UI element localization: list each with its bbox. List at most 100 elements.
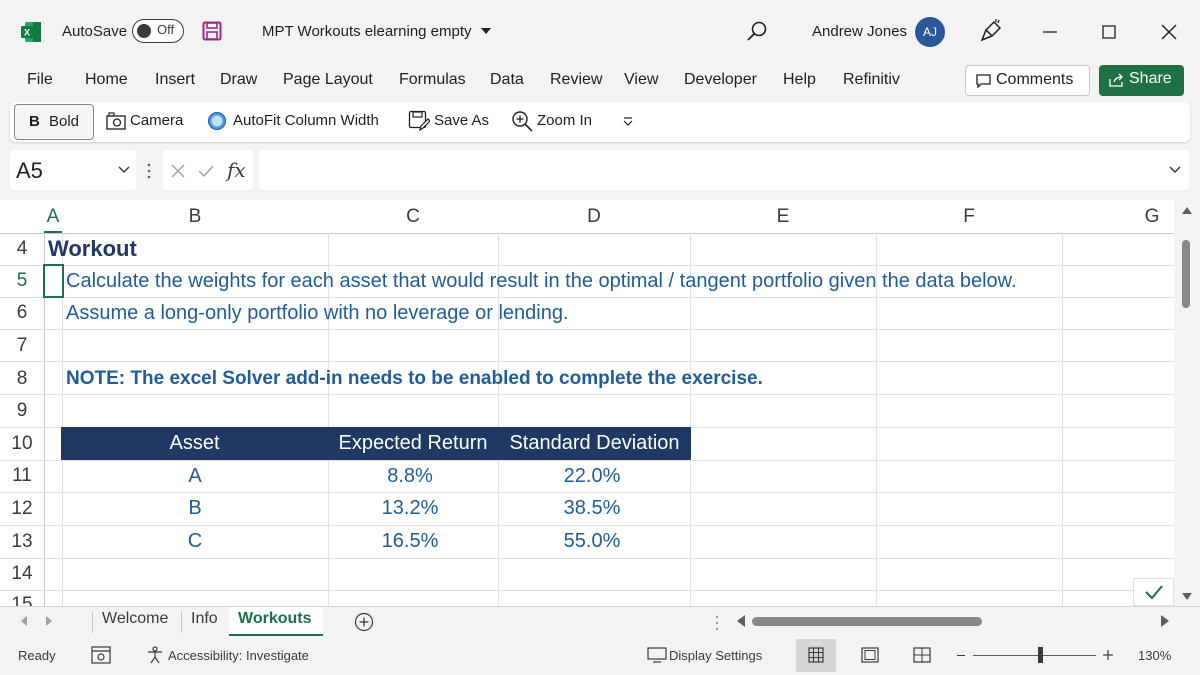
tab-draw[interactable]: Draw — [220, 71, 257, 89]
column-header-b[interactable]: B — [62, 206, 328, 232]
tab-developer[interactable]: Developer — [684, 71, 757, 89]
scroll-left-icon[interactable] — [736, 615, 746, 627]
autofit-column-width-button[interactable]: AutoFit Column Width — [233, 112, 379, 129]
worksheet-grid[interactable]: A B C D E F G 4 5 6 7 8 9 10 11 12 13 14… — [0, 200, 1200, 606]
zoom-out-icon[interactable] — [957, 655, 965, 656]
row-header-15[interactable]: 15 — [0, 594, 44, 606]
cancel-icon[interactable] — [170, 163, 186, 179]
save-as-button[interactable]: Save As — [434, 112, 489, 129]
display-settings-button[interactable]: Display Settings — [669, 648, 762, 663]
tab-view[interactable]: View — [624, 71, 658, 89]
sheet-tabs-bar: Welcome Info Workouts — [0, 606, 1200, 636]
bold-label: Bold — [49, 113, 80, 130]
row-header-8[interactable]: 8 — [0, 368, 44, 390]
zoom-in-icon[interactable] — [511, 110, 533, 132]
camera-button[interactable]: Camera — [130, 112, 183, 129]
tab-refinitiv[interactable]: Refinitiv — [843, 71, 900, 89]
save-icon[interactable] — [202, 21, 222, 41]
save-as-icon[interactable] — [408, 110, 430, 132]
page-break-preview-icon[interactable] — [913, 647, 931, 663]
vertical-scrollbar[interactable] — [1174, 200, 1200, 606]
row-header-7[interactable]: 7 — [0, 335, 44, 357]
minimize-icon[interactable] — [1036, 18, 1064, 46]
row-header-10[interactable]: 10 — [0, 433, 44, 455]
scroll-up-icon[interactable] — [1182, 206, 1192, 214]
chevron-down-icon[interactable] — [118, 166, 130, 174]
selected-cell-a5[interactable] — [43, 264, 64, 298]
page-layout-view-icon[interactable] — [861, 647, 879, 663]
user-name[interactable]: Andrew Jones — [812, 23, 907, 40]
row-header-5[interactable]: 5 — [0, 270, 44, 292]
column-header-e[interactable]: E — [690, 206, 876, 232]
customize-quick-access-icon[interactable] — [622, 116, 634, 128]
zoom-in-button[interactable]: Zoom In — [537, 112, 592, 129]
bold-icon: B — [29, 113, 40, 130]
comment-icon — [976, 74, 991, 88]
tab-home[interactable]: Home — [85, 71, 128, 89]
row-header-11[interactable]: 11 — [0, 465, 44, 487]
close-icon[interactable] — [1155, 18, 1183, 46]
vertical-scroll-thumb[interactable] — [1182, 240, 1190, 308]
macro-recording-icon[interactable] — [91, 646, 111, 664]
camera-icon[interactable] — [106, 112, 126, 130]
tab-file[interactable]: File — [27, 71, 53, 89]
scroll-down-icon[interactable] — [1182, 593, 1192, 601]
name-box[interactable]: A5 — [10, 150, 136, 190]
previous-sheet-icon[interactable] — [20, 616, 28, 626]
accessibility-icon[interactable] — [146, 646, 164, 664]
row-header-4[interactable]: 4 — [0, 238, 44, 260]
tab-formulas[interactable]: Formulas — [399, 71, 466, 89]
column-header-c[interactable]: C — [328, 206, 498, 232]
horizontal-scroll-thumb[interactable] — [752, 617, 982, 626]
document-title[interactable]: MPT Workouts elearning empty — [262, 23, 472, 40]
tab-data[interactable]: Data — [490, 71, 524, 89]
expand-formula-bar-icon[interactable] — [1169, 166, 1181, 174]
accessibility-check-corner[interactable] — [1133, 578, 1174, 606]
tab-page-layout[interactable]: Page Layout — [283, 71, 373, 89]
column-header-a[interactable]: A — [44, 206, 62, 232]
autosave-toggle[interactable]: Off — [132, 19, 184, 43]
chevron-down-icon[interactable] — [481, 28, 491, 34]
sheet-tab-info[interactable]: Info — [191, 610, 218, 628]
sheet-tab-welcome[interactable]: Welcome — [102, 610, 168, 628]
zoom-slider-thumb[interactable] — [1038, 647, 1043, 663]
normal-view-icon[interactable] — [808, 647, 824, 663]
row-header-6[interactable]: 6 — [0, 302, 44, 324]
maximize-icon[interactable] — [1095, 18, 1123, 46]
row-header-12[interactable]: 12 — [0, 498, 44, 520]
tab-insert[interactable]: Insert — [155, 71, 195, 89]
display-settings-icon[interactable] — [647, 647, 667, 663]
zoom-in-icon[interactable] — [1103, 650, 1113, 660]
row-header-14[interactable]: 14 — [0, 563, 44, 585]
share-button[interactable]: Share — [1099, 65, 1184, 96]
tab-splitter-icon[interactable] — [714, 615, 720, 631]
instruction-line-1: Calculate the weights for each asset tha… — [66, 270, 1017, 292]
bold-button[interactable]: B Bold — [14, 104, 94, 140]
insert-function-icon[interactable]: fx — [227, 158, 246, 182]
scroll-right-icon[interactable] — [1160, 615, 1170, 627]
zoom-slider-track[interactable] — [973, 655, 1096, 656]
search-icon[interactable] — [746, 20, 768, 42]
add-sheet-icon[interactable] — [354, 612, 374, 632]
column-header-d[interactable]: D — [498, 206, 690, 232]
tab-review[interactable]: Review — [550, 71, 602, 89]
next-sheet-icon[interactable] — [45, 616, 53, 626]
tab-help[interactable]: Help — [783, 71, 816, 89]
avatar[interactable]: AJ — [915, 17, 945, 47]
accessibility-status[interactable]: Accessibility: Investigate — [168, 648, 309, 663]
row-header-13[interactable]: 13 — [0, 531, 44, 553]
designer-pen-icon[interactable] — [978, 18, 1002, 44]
zoom-level[interactable]: 130% — [1138, 648, 1171, 663]
formula-input[interactable] — [259, 150, 1189, 190]
column-header-f[interactable]: F — [876, 206, 1062, 232]
table-cell-stdev: 22.0% — [563, 465, 621, 487]
comments-button[interactable]: Comments — [965, 65, 1090, 96]
row-header-9[interactable]: 9 — [0, 400, 44, 422]
check-icon[interactable] — [197, 163, 215, 179]
autofit-icon[interactable] — [207, 111, 227, 131]
gridline — [0, 329, 1174, 330]
splitter-dots-icon[interactable] — [146, 162, 152, 180]
table-cell-stdev: 55.0% — [563, 530, 621, 552]
gridline — [0, 297, 1174, 298]
sheet-tab-workouts[interactable]: Workouts — [238, 610, 311, 628]
